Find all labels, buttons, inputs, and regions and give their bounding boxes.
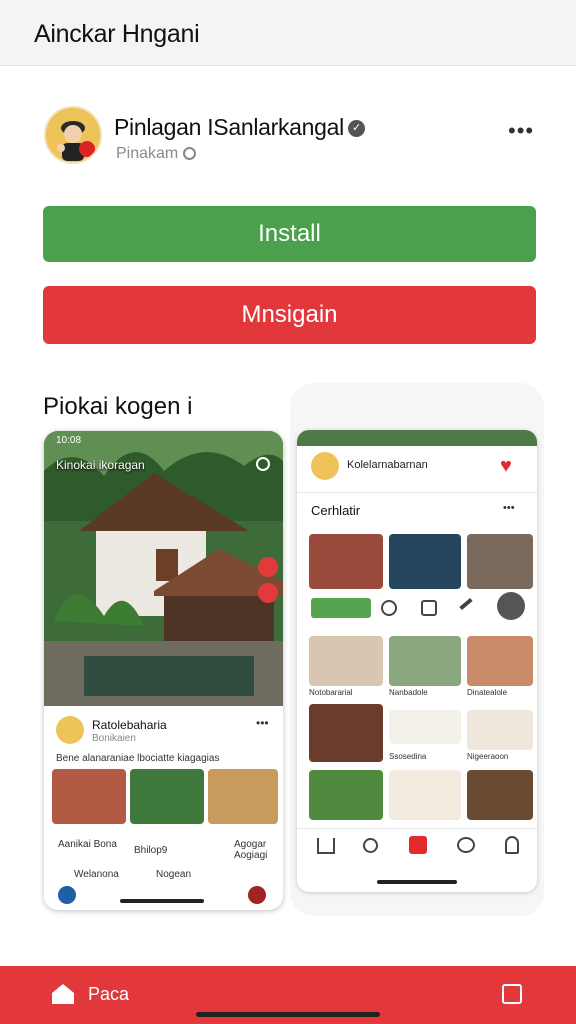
grid-image[interactable] bbox=[389, 710, 461, 744]
grid-image[interactable] bbox=[309, 704, 383, 762]
status-time: 10:08 bbox=[56, 435, 82, 446]
home-indicator bbox=[377, 880, 457, 884]
home-icon[interactable] bbox=[52, 984, 74, 1004]
footer-left-label[interactable]: Welanona bbox=[74, 869, 119, 880]
post-thumb[interactable] bbox=[130, 769, 204, 824]
post-meta: Bonikaien bbox=[92, 733, 136, 744]
home-indicator bbox=[120, 899, 204, 903]
profile-subtitle-row: Pinakam bbox=[116, 145, 197, 163]
profile-icon[interactable] bbox=[505, 836, 519, 854]
grid-image[interactable] bbox=[467, 534, 533, 589]
post-thumb[interactable] bbox=[52, 769, 126, 824]
grid-image[interactable] bbox=[309, 770, 383, 820]
heart-icon[interactable] bbox=[248, 886, 266, 904]
home-icon[interactable] bbox=[317, 838, 335, 854]
heart-icon[interactable]: ♥ bbox=[500, 456, 520, 476]
install-button[interactable]: Install bbox=[43, 206, 536, 262]
section-more-icon[interactable]: ••• bbox=[503, 502, 515, 514]
more-icon[interactable]: ••• bbox=[508, 118, 534, 144]
image-icon[interactable] bbox=[421, 600, 437, 616]
tag-chip[interactable] bbox=[311, 598, 371, 618]
status-strip bbox=[297, 430, 537, 446]
grid-image[interactable] bbox=[389, 636, 461, 686]
grid-image[interactable] bbox=[467, 770, 533, 820]
grid-image[interactable] bbox=[309, 636, 383, 686]
globe-icon bbox=[183, 147, 197, 161]
chat-icon[interactable] bbox=[457, 837, 475, 853]
post-avatar bbox=[56, 716, 84, 744]
post-author: Ratolebaharia bbox=[92, 718, 167, 732]
message-button[interactable]: Mnsigain bbox=[43, 286, 536, 344]
nav-divider bbox=[297, 828, 537, 829]
search-icon[interactable] bbox=[363, 838, 378, 853]
search-icon[interactable] bbox=[256, 457, 270, 471]
system-home-indicator bbox=[196, 1012, 380, 1017]
grid-caption: Ssosedina bbox=[389, 752, 427, 761]
footer-mid-label[interactable]: Nogean bbox=[156, 869, 191, 880]
divider bbox=[297, 492, 537, 493]
store-icon[interactable] bbox=[502, 984, 522, 1004]
post-text: Bene alanaraniae lbociatte kiagagias bbox=[56, 753, 220, 764]
info-icon[interactable] bbox=[58, 886, 76, 904]
grid-caption: Nanbadole bbox=[389, 688, 428, 697]
grid-image[interactable] bbox=[467, 636, 533, 686]
screenshot-preview-right[interactable]: Kolelarnabarnan ♥ Cerhlatir ••• Notobara… bbox=[297, 430, 537, 892]
pencil-icon[interactable] bbox=[459, 597, 473, 611]
grid-image[interactable] bbox=[467, 710, 533, 750]
profile-avatar[interactable] bbox=[44, 106, 102, 164]
header-name: Kolelarnabarnan bbox=[347, 459, 428, 471]
action-3[interactable]: Agogar Aogiagi bbox=[234, 839, 278, 861]
action-2[interactable]: Bhilop9 bbox=[134, 845, 167, 856]
grid-image[interactable] bbox=[309, 534, 383, 589]
app-title: Ainckar Hngani bbox=[34, 20, 200, 48]
verified-badge-icon: ✓ bbox=[347, 120, 365, 138]
refresh-icon[interactable] bbox=[381, 600, 397, 616]
hero-house-image bbox=[44, 431, 283, 706]
section-label: Cerhlatir bbox=[311, 503, 361, 518]
post-thumb[interactable] bbox=[208, 769, 278, 824]
profile-name: Pinlagan ISanlarkangal bbox=[114, 114, 344, 140]
action-1[interactable]: Aanikai Bona bbox=[58, 839, 128, 850]
hero-title: Kinokai ikoragan bbox=[56, 458, 145, 472]
screenshot-preview-left[interactable]: 10:08 Kinokai ikoragan Ratolebaharia Bon… bbox=[44, 431, 283, 910]
top-bar: Ainckar Hngani bbox=[0, 0, 576, 66]
grid-image[interactable] bbox=[389, 534, 461, 589]
grid-caption: Dinatealole bbox=[467, 688, 508, 697]
add-icon[interactable] bbox=[409, 836, 427, 854]
grid-caption: Notobararial bbox=[309, 688, 353, 697]
grid-caption: Nigeeraoon bbox=[467, 752, 509, 761]
profile-name-row: Pinlagan ISanlarkangal ✓ bbox=[114, 114, 365, 141]
grid-image[interactable] bbox=[389, 770, 461, 820]
header-avatar bbox=[311, 452, 339, 480]
profile-subtitle: Pinakam bbox=[116, 145, 179, 162]
preview-section-title: Piokai kogen i bbox=[43, 393, 193, 420]
avatar-illustration bbox=[46, 108, 100, 162]
post-more-icon[interactable]: ••• bbox=[256, 716, 269, 730]
bottom-label[interactable]: Paca bbox=[88, 984, 129, 1005]
share-icon[interactable] bbox=[497, 592, 525, 620]
